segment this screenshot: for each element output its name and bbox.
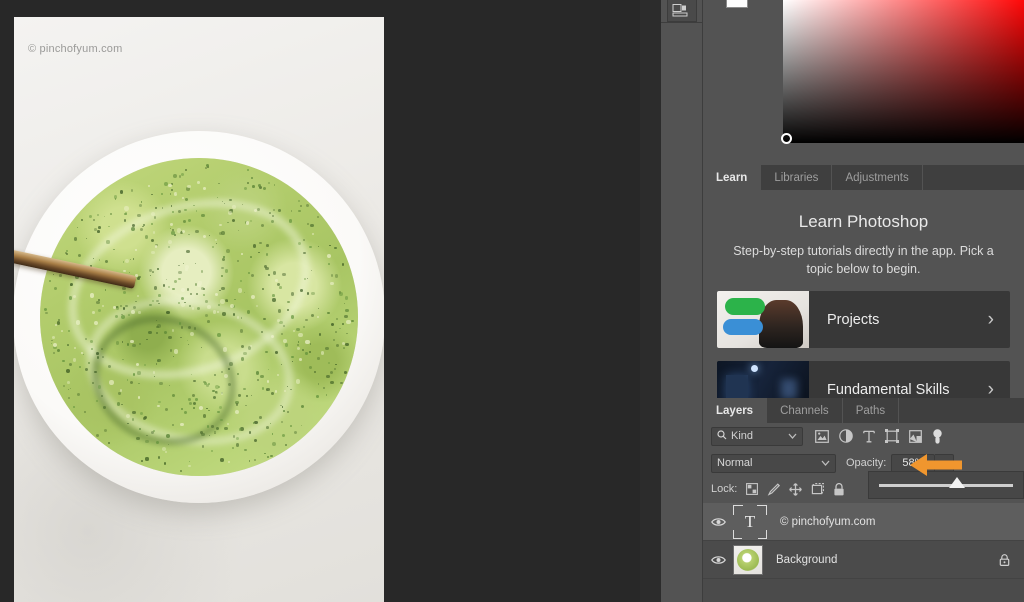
right-dock: Learn Libraries Adjustments Learn Photos… — [640, 0, 1024, 602]
background-layer-thumbnail[interactable] — [733, 545, 763, 575]
bowl-interior — [40, 158, 358, 476]
layers-panel-body: Kind — [703, 423, 1024, 602]
learn-card-projects[interactable]: Projects › — [717, 291, 1010, 348]
tab-learn[interactable]: Learn — [703, 165, 761, 190]
chevron-down-icon[interactable] — [788, 430, 797, 442]
blend-mode-select[interactable]: Normal — [711, 454, 836, 473]
learn-tabstrip: Learn Libraries Adjustments — [703, 165, 1024, 190]
color-picker-panel[interactable] — [703, 0, 1024, 157]
chevron-right-icon: › — [988, 379, 1010, 398]
chevron-right-icon: › — [988, 309, 1010, 331]
watermark-text: © pinchofyum.com — [28, 43, 122, 55]
learn-subtitle: Step-by-step tutorials directly in the a… — [731, 242, 996, 278]
tab-paths[interactable]: Paths — [843, 398, 899, 423]
shape-layer-filter-icon[interactable] — [885, 429, 899, 443]
tool-preset-icon[interactable] — [667, 0, 697, 22]
learn-card-fundamental-skills[interactable]: Fundamental Skills › — [717, 361, 1010, 398]
type-layer-thumbnail[interactable]: T — [733, 505, 767, 539]
eye-icon[interactable] — [703, 517, 733, 527]
layers-tabstrip: Layers Channels Paths — [703, 398, 1024, 423]
layers-panel: Layers Channels Paths — [703, 398, 1024, 602]
projects-thumbnail — [717, 291, 809, 348]
lock-position-icon[interactable] — [789, 483, 802, 496]
lock-transparent-pixels-icon[interactable] — [746, 483, 758, 495]
tab-channels[interactable]: Channels — [767, 398, 843, 423]
table-row[interactable]: Background — [703, 541, 1024, 579]
projects-thumb-bubble-green — [725, 298, 765, 315]
photo-image — [14, 17, 384, 602]
projects-thumb-person — [759, 300, 803, 348]
opacity-label: Opacity: — [846, 457, 886, 469]
projects-thumb-bubble-blue — [723, 319, 763, 335]
layer-filter-row: Kind — [703, 423, 1024, 449]
color-field-cursor[interactable] — [781, 133, 792, 144]
pixel-layer-filter-icon[interactable] — [815, 430, 829, 443]
layer-filter-icons — [815, 429, 943, 444]
layer-filter-kind-label: Kind — [727, 430, 788, 442]
photoshop-window: © pinchofyum.com — [0, 0, 1024, 602]
panel-column: Learn Libraries Adjustments Learn Photos… — [703, 0, 1024, 602]
color-field[interactable] — [783, 0, 1024, 143]
tab-libraries[interactable]: Libraries — [761, 165, 832, 190]
lock-label: Lock: — [711, 483, 737, 495]
canvas-area[interactable]: © pinchofyum.com — [0, 0, 640, 602]
adjustment-layer-filter-icon[interactable] — [839, 429, 853, 443]
lock-artboard-nesting-icon[interactable] — [811, 483, 824, 496]
lock-all-icon[interactable] — [833, 483, 845, 496]
dock-icon-rail[interactable] — [661, 0, 703, 602]
table-row[interactable]: T © pinchofyum.com — [703, 503, 1024, 541]
lock-image-pixels-icon[interactable] — [767, 483, 780, 496]
learn-card-label: Fundamental Skills — [809, 382, 988, 398]
rail-divider — [661, 22, 703, 23]
learn-card-label: Projects — [809, 312, 988, 328]
search-icon — [717, 430, 727, 443]
pesto-speckles — [40, 158, 358, 476]
fundamental-thumb-window — [726, 375, 748, 398]
type-layer-filter-icon[interactable] — [863, 430, 875, 443]
smart-object-filter-icon[interactable] — [909, 430, 922, 443]
tab-layers[interactable]: Layers — [703, 398, 767, 423]
opacity-slider-track[interactable] — [879, 484, 1013, 487]
filter-toggle-icon[interactable] — [932, 429, 943, 444]
eye-icon[interactable] — [703, 555, 733, 565]
blend-mode-value: Normal — [717, 457, 821, 469]
left-pointing-arrow-annotation — [910, 452, 962, 483]
learn-panel-body: Learn Photoshop Step-by-step tutorials d… — [703, 190, 1024, 398]
learn-panel: Learn Libraries Adjustments Learn Photos… — [703, 165, 1024, 398]
lock-icon[interactable] — [999, 554, 1024, 566]
layer-name[interactable]: © pinchofyum.com — [767, 516, 1024, 528]
layer-name[interactable]: Background — [763, 554, 999, 566]
type-layer-glyph: T — [745, 512, 755, 532]
layer-filter-kind-select[interactable]: Kind — [711, 427, 803, 446]
chevron-down-icon[interactable] — [821, 457, 830, 469]
tab-adjustments[interactable]: Adjustments — [832, 165, 922, 190]
background-thumb-bowl — [737, 549, 759, 571]
bowl-shape — [14, 131, 384, 503]
fundamental-thumb-light — [751, 365, 758, 372]
layer-list[interactable]: T © pinchofyum.com — [703, 503, 1024, 602]
fundamental-thumb-glow — [781, 379, 797, 398]
learn-title: Learn Photoshop — [703, 212, 1024, 232]
fundamental-skills-thumbnail — [717, 361, 809, 398]
foreground-swatch[interactable] — [726, 0, 748, 8]
document-window[interactable]: © pinchofyum.com — [14, 17, 384, 602]
dock-outer-rail — [640, 0, 661, 602]
